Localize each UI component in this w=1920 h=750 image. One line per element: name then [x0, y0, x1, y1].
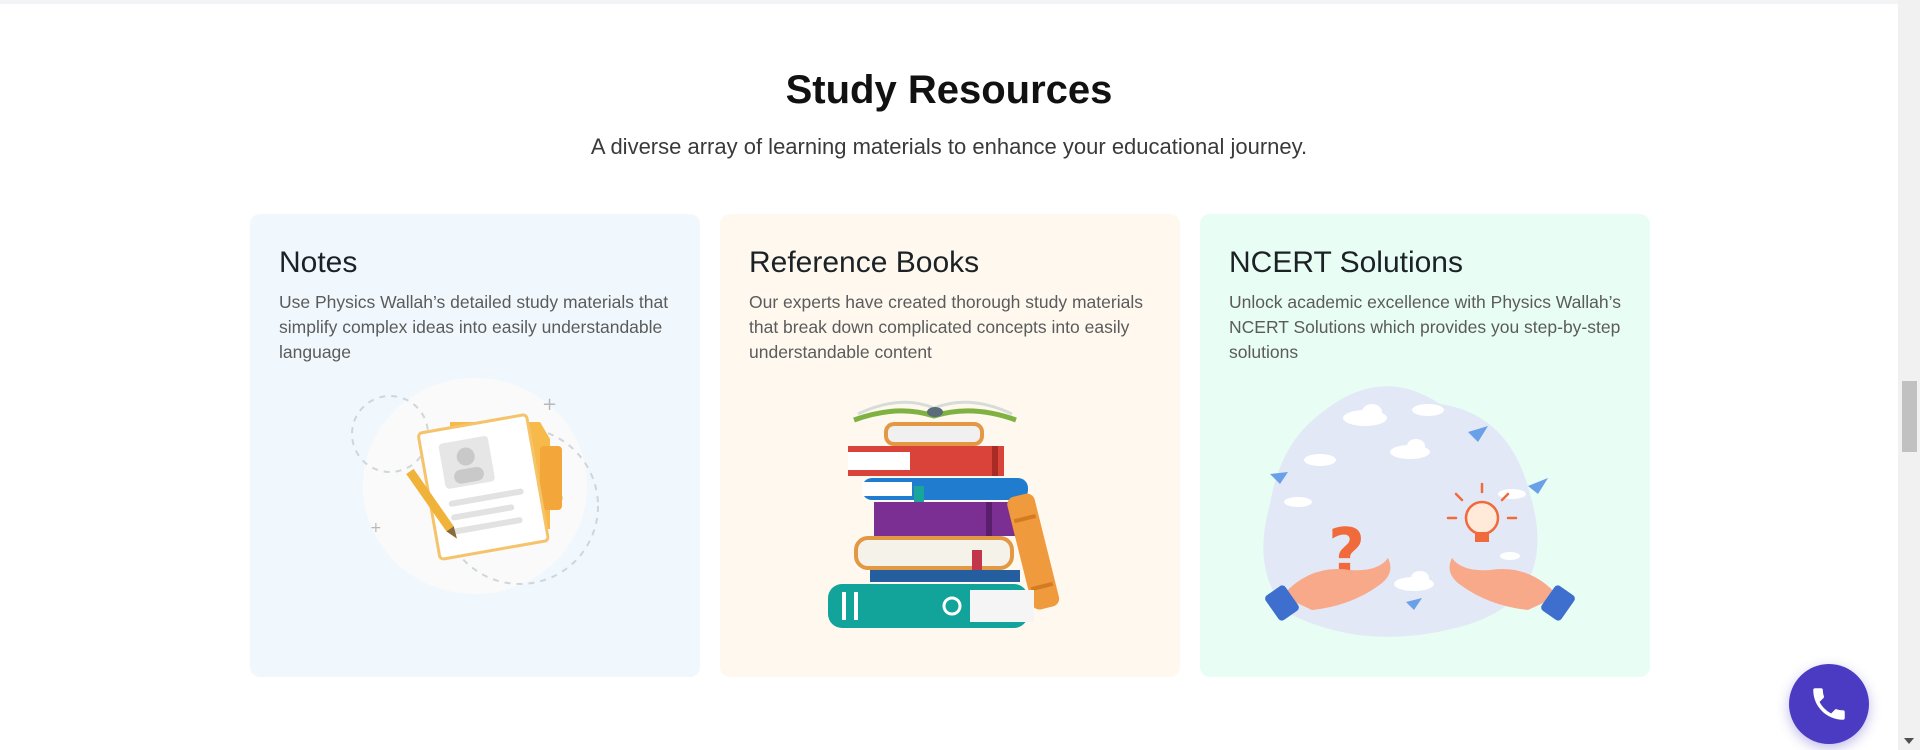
notes-illustration: + +	[250, 374, 700, 674]
svg-text:+: +	[370, 520, 382, 536]
section-subtitle: A diverse array of learning materials to…	[590, 134, 1308, 159]
card-title: NCERT Solutions	[1229, 246, 1463, 279]
scroll-down-arrow-icon[interactable]	[1904, 738, 1914, 744]
card-description: Use Physics Wallah’s detailed study mate…	[279, 292, 669, 362]
call-button[interactable]	[1789, 664, 1869, 744]
svg-text:+: +	[542, 394, 557, 415]
scrollbar-track[interactable]	[1898, 0, 1920, 750]
card-description: Unlock academic excellence with Physics …	[1229, 292, 1621, 362]
phone-icon	[1813, 688, 1845, 720]
card-ncert-solutions[interactable]: NCERT Solutions Unlock academic excellen…	[1200, 214, 1650, 677]
card-description: Our experts have created thorough study …	[749, 292, 1143, 362]
books-stack-illustration	[720, 374, 1180, 674]
card-reference-books[interactable]: Reference Books Our experts have created…	[720, 214, 1180, 677]
question-answer-hands-illustration: ?	[1200, 374, 1650, 674]
card-notes[interactable]: Notes Use Physics Wallah’s detailed stud…	[250, 214, 700, 677]
top-divider	[0, 0, 1898, 4]
section-title: Study Resources	[785, 68, 1113, 112]
scrollbar-thumb[interactable]	[1902, 381, 1917, 452]
card-title: Notes	[279, 246, 358, 279]
card-title: Reference Books	[749, 246, 980, 279]
